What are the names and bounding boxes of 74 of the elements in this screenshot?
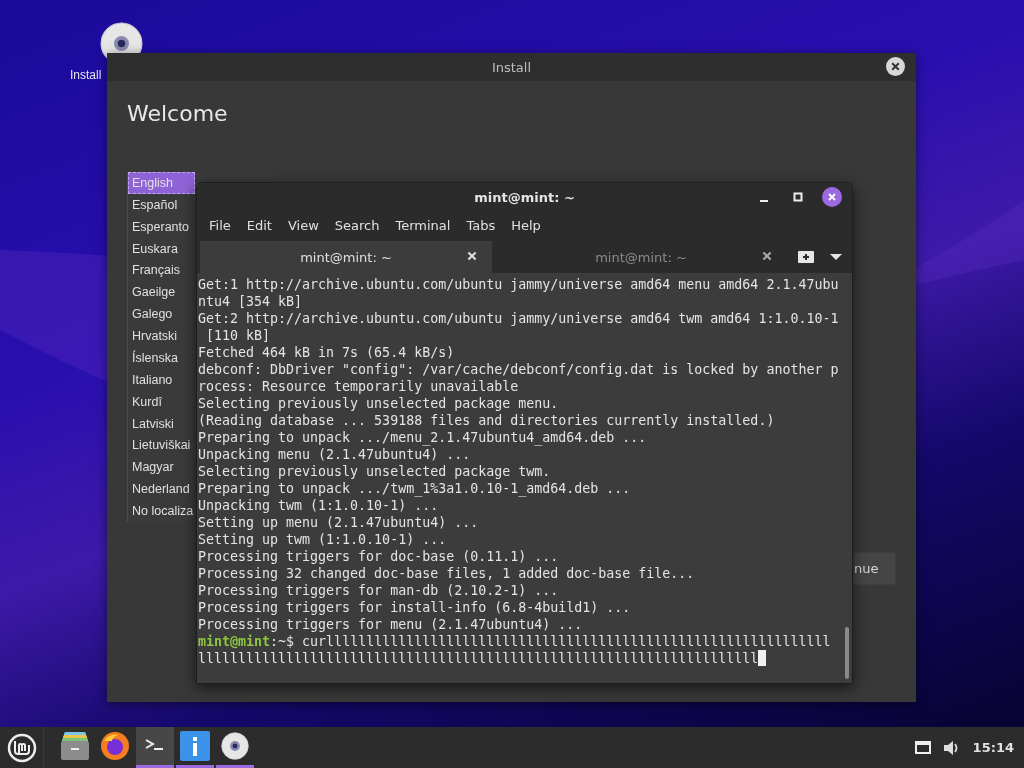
language-item[interactable]: Íslenska <box>128 347 195 369</box>
continue-button[interactable]: nue <box>853 552 896 585</box>
menu-item[interactable]: Search <box>326 217 388 233</box>
clock[interactable]: 15:14 <box>972 740 1014 755</box>
output-line: Preparing to unpack .../menu_2.1.47ubuntu4_amd64.deb ... <box>198 429 648 446</box>
terminal-tab[interactable]: mint@mint: ~ <box>200 241 492 273</box>
maximize-icon <box>793 192 803 202</box>
output-line: Selecting previously unselected package twm. <box>198 463 552 480</box>
language-item[interactable]: Italiano <box>128 368 195 391</box>
output-line: Selecting previously unselected package menu. <box>198 395 560 412</box>
output-line: Setting up twm (1:1.0.10-1) ... <box>198 531 448 548</box>
info-icon <box>180 731 210 761</box>
language-item[interactable]: Kurdî <box>128 390 195 413</box>
new-tab-icon[interactable] <box>798 250 814 264</box>
close-icon <box>761 250 773 262</box>
output-line: [110 kB] <box>205 327 272 344</box>
output-line: ntu4 [354 kB] <box>198 293 304 310</box>
network-icon[interactable] <box>914 740 931 755</box>
close-icon <box>466 250 478 262</box>
output-line: Processing 32 changed doc-base files, 1 added doc-base file... <box>198 565 696 582</box>
desktop-icon-label[interactable]: Install <box>70 68 102 82</box>
language-item[interactable]: Nederland <box>128 478 195 501</box>
output-line: Preparing to unpack .../twm_1%3a1.0.10-1_amd64.deb ... <box>198 480 632 497</box>
menu-item[interactable]: View <box>279 217 327 233</box>
scrollbar-thumb[interactable] <box>845 627 849 679</box>
command-text: curlllllllllllllllllllllllllllllllllllllllllllllllllllllllllllllll <box>301 633 831 650</box>
tab-close-button[interactable] <box>761 250 773 262</box>
output-line: Get:1 http://archive.ubuntu.com/ubuntu jammy/universe amd64 menu amd64 2.1.47ubu <box>198 276 840 293</box>
dropdown-caret-icon[interactable] <box>830 253 842 261</box>
close-button[interactable] <box>886 57 905 76</box>
language-item[interactable]: Euskara <box>128 237 195 260</box>
language-item[interactable]: Gaeilge <box>128 281 195 304</box>
output-line: Processing triggers for menu (2.1.47ubuntu4) ... <box>198 616 584 633</box>
language-item[interactable]: Latviski <box>128 412 195 435</box>
prompt-user: mint@mint <box>198 633 271 650</box>
output-line: Processing triggers for doc-base (0.11.1) ... <box>198 548 560 565</box>
file-cabinet-icon <box>60 732 90 760</box>
disc-icon <box>221 732 249 760</box>
output-line: debconf: DbDriver "config": /var/cache/debconf/config.dat is locked by another p <box>198 361 840 378</box>
language-item[interactable]: No localiza <box>128 500 195 522</box>
menu-item[interactable]: Help <box>503 217 549 233</box>
output-line: Setting up menu (2.1.47ubuntu4) ... <box>198 514 480 531</box>
language-item[interactable]: Español <box>128 193 195 216</box>
output-line: Processing triggers for man-db (2.10.2-1) ... <box>198 582 560 599</box>
taskbar-app-button[interactable] <box>136 727 174 768</box>
close-button[interactable] <box>822 187 842 207</box>
language-item[interactable]: Galego <box>128 303 195 326</box>
language-item[interactable]: Esperanto <box>128 215 195 238</box>
language-item[interactable]: Hrvatski <box>128 325 195 347</box>
output-line: Unpacking menu (2.1.47ubuntu4) ... <box>198 446 472 463</box>
output-line: Processing triggers for install-info (6.8-4build1) ... <box>198 599 632 616</box>
leaf-logo-icon <box>6 732 37 763</box>
output-line: Unpacking twm (1:1.0.10-1) ... <box>198 497 440 514</box>
menu-item[interactable]: Edit <box>238 217 280 233</box>
close-icon <box>890 61 901 72</box>
menu-item[interactable]: Terminal <box>387 217 459 233</box>
output-line: rocess: Resource temporarily unavailable <box>198 378 520 395</box>
language-item[interactable]: Magyar <box>128 456 195 479</box>
language-item[interactable]: Français <box>128 259 195 282</box>
minimize-icon <box>760 200 768 202</box>
command-text: llllllllllllllllllllllllllllllllllllllllllllllllllllllllllllllllllllll <box>198 650 759 667</box>
output-line: Get:2 http://archive.ubuntu.com/ubuntu jammy/universe amd64 twm amd64 1:1.0.10-1 <box>198 310 840 327</box>
close-icon <box>827 192 837 202</box>
menu-item[interactable]: Tabs <box>458 217 504 233</box>
browser-icon <box>100 731 130 761</box>
prompt-path: :~$ <box>270 633 295 650</box>
output-line: (Reading database ... 539188 files and directories currently installed.) <box>198 412 776 429</box>
language-item[interactable]: Lietuviškai <box>128 434 195 457</box>
menu-item[interactable]: File <box>201 217 239 233</box>
welcome-heading: Welcome <box>127 101 229 126</box>
window-title: Install <box>491 59 532 75</box>
window-title: mint@mint: ~ <box>474 189 575 205</box>
output-line: Fetched 464 kB in 7s (65.4 kB/s) <box>198 344 456 361</box>
text-cursor <box>758 650 767 666</box>
